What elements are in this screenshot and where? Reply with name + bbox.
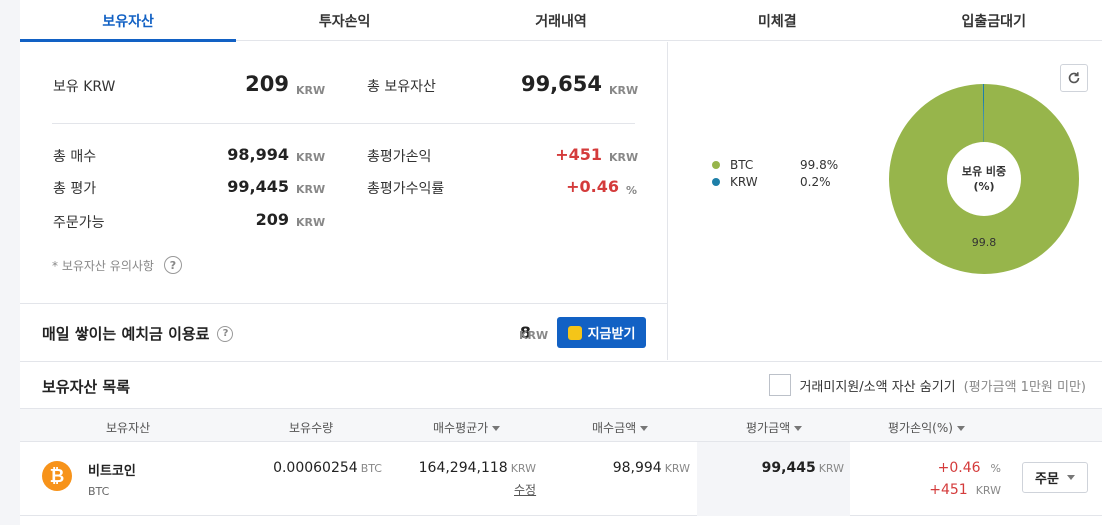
total-pnl-unit: KRW [609, 151, 639, 164]
pie-slice-label-btc: 99.8 [972, 236, 997, 249]
page: 보유자산 투자손익 거래내역 미체결 입출금대기 보유 KRW 209 KRW … [0, 0, 1102, 525]
asset-notice[interactable]: * 보유자산 유의사항 ? [52, 256, 182, 274]
holding-quantity-unit: BTC [360, 462, 382, 475]
buy-amount: 98,994 KRW [613, 460, 690, 476]
orderable-label: 주문가능 [53, 215, 105, 231]
total-eval-unit: KRW [296, 183, 326, 196]
pie-center-label: 보유 비중 [962, 164, 1006, 178]
buy-amount-unit: KRW [664, 462, 690, 475]
total-buy-label: 총 매수 [53, 149, 97, 165]
avg-buy-price-value: 164,294,118 [418, 460, 508, 476]
buy-amount-value: 98,994 [612, 460, 662, 476]
chevron-down-icon [1066, 475, 1075, 480]
deposit-interest-section: 매일 쌓이는 예치금 이용료 ? 8 KRW 지금받기 [20, 303, 668, 360]
sort-caret-icon [794, 426, 803, 431]
tab-pending-transfers[interactable]: 입출금대기 [886, 0, 1102, 41]
pnl-rate: +0.46% [938, 460, 1001, 476]
holding-quantity: 0.00060254 BTC [273, 460, 382, 476]
holding-quantity-value: 0.00060254 [273, 460, 358, 476]
sort-caret-icon [492, 426, 501, 431]
total-buy-value: 98,994 [227, 145, 289, 164]
pnl-amount-unit: KRW [975, 484, 1001, 497]
hide-small-assets-hint: (평가금액 1만원 미만) [963, 379, 1086, 395]
col-pnl-label: 평가손익(%) [888, 421, 953, 435]
eval-amount: 99,445 KRW [762, 460, 844, 476]
order-button-label: 주문 [1035, 472, 1059, 487]
hide-small-assets-label: 거래미지원/소액 자산 숨기기 [799, 379, 956, 395]
edit-avg-price-link[interactable]: 수정 [514, 481, 536, 498]
total-return-label: 총평가수익률 [367, 181, 445, 197]
orderable-unit: KRW [296, 216, 326, 229]
orderable-value: 209 [255, 210, 289, 229]
holdings-table-header: 보유자산 보유수량 매수평균가 매수금액 평가금액 평가손익(%) [20, 408, 1102, 442]
total-assets-unit: KRW [609, 84, 639, 97]
eval-column-highlight [697, 442, 850, 516]
col-quantity: 보유수량 [289, 421, 334, 435]
summary-divider [52, 123, 635, 124]
holdings-list-title: 보유자산 목록 [42, 378, 131, 396]
bitcoin-icon: ₿ [42, 461, 72, 491]
col-buy-amount[interactable]: 매수금액 [592, 419, 649, 436]
deposit-interest-title-text: 매일 쌓이는 예치금 이용료 [42, 325, 210, 343]
pnl-amount: +451 KRW [929, 482, 1001, 498]
help-icon[interactable]: ? [163, 256, 182, 274]
col-avg-price[interactable]: 매수평균가 [433, 419, 501, 436]
eval-amount-unit: KRW [818, 462, 844, 475]
asset-summary: 보유 KRW 209 KRW 총 보유자산 99,654 KRW 총 매수 98… [20, 42, 668, 303]
holdings-list-header: 보유자산 목록 거래미지원/소액 자산 숨기기 (평가금액 1만원 미만) [20, 361, 1102, 408]
pnl-rate-value: +0.46 [937, 460, 981, 476]
pie-center-hole [947, 142, 1021, 216]
avg-buy-price-unit: KRW [510, 462, 536, 475]
tab-open-orders[interactable]: 미체결 [669, 0, 885, 41]
pie-center-unit: (%) [973, 180, 994, 193]
receive-now-label: 지금받기 [587, 327, 636, 342]
total-assets-value: 99,654 [520, 72, 602, 96]
tab-bar: 보유자산 투자손익 거래내역 미체결 입출금대기 [20, 0, 1102, 42]
help-icon[interactable]: ? [217, 325, 234, 342]
hide-small-assets-toggle[interactable]: 거래미지원/소액 자산 숨기기 (평가금액 1만원 미만) [769, 374, 1086, 396]
krw-balance-unit: KRW [296, 84, 326, 97]
total-eval-label: 총 평가 [53, 181, 97, 197]
asset-symbol: BTC [88, 485, 110, 498]
col-eval-amount[interactable]: 평가금액 [746, 419, 803, 436]
eval-amount-value: 99,445 [761, 460, 816, 476]
pie-chart: 보유 비중 (%) 99.8 [888, 84, 1079, 274]
pnl-rate-unit: % [990, 462, 1001, 475]
sort-caret-icon [640, 426, 649, 431]
krw-balance-label: 보유 KRW [53, 79, 116, 95]
coin-icon [567, 325, 582, 340]
tab-holdings[interactable]: 보유자산 [20, 0, 237, 42]
col-avg-price-label: 매수평균가 [433, 421, 489, 435]
table-row: ₿ 비트코인 BTC 0.00060254 BTC 164,294,118 KRW … [20, 442, 1102, 516]
order-button[interactable]: 주문 [1022, 462, 1088, 493]
deposit-interest-unit: KRW [519, 329, 549, 342]
tab-profit-loss[interactable]: 투자손익 [236, 0, 452, 41]
total-assets-label: 총 보유자산 [367, 79, 436, 95]
asset-notice-text: * 보유자산 유의사항 [52, 258, 154, 273]
tab-transactions[interactable]: 거래내역 [453, 0, 669, 41]
col-asset: 보유자산 [106, 421, 151, 435]
avg-buy-price: 164,294,118 KRW [419, 460, 536, 476]
total-return-unit: % [626, 184, 638, 197]
hide-small-assets-checkbox[interactable] [769, 374, 792, 396]
total-pnl-value: +451 [555, 145, 602, 164]
receive-now-button[interactable]: 지금받기 [557, 317, 646, 348]
assets-panel: 보유자산 투자손익 거래내역 미체결 입출금대기 보유 KRW 209 KRW … [20, 0, 1102, 525]
asset-name: 비트코인 [88, 464, 136, 479]
total-pnl-label: 총평가손익 [367, 149, 432, 165]
deposit-interest-title: 매일 쌓이는 예치금 이용료 ? [42, 323, 234, 344]
col-buy-amount-label: 매수금액 [592, 421, 637, 435]
col-eval-amount-label: 평가금액 [746, 421, 791, 435]
total-eval-value: 99,445 [227, 177, 289, 196]
total-buy-unit: KRW [296, 151, 326, 164]
col-pnl[interactable]: 평가손익(%) [888, 419, 965, 436]
sort-caret-icon [956, 426, 965, 431]
pnl-amount-value: +451 [929, 482, 968, 498]
total-return-value: +0.46 [566, 177, 619, 196]
krw-balance-value: 209 [245, 72, 289, 96]
holding-ratio-chart: BTC 99.8% KRW 0.2% 보유 비중 (%) 99.8 [668, 42, 1102, 360]
